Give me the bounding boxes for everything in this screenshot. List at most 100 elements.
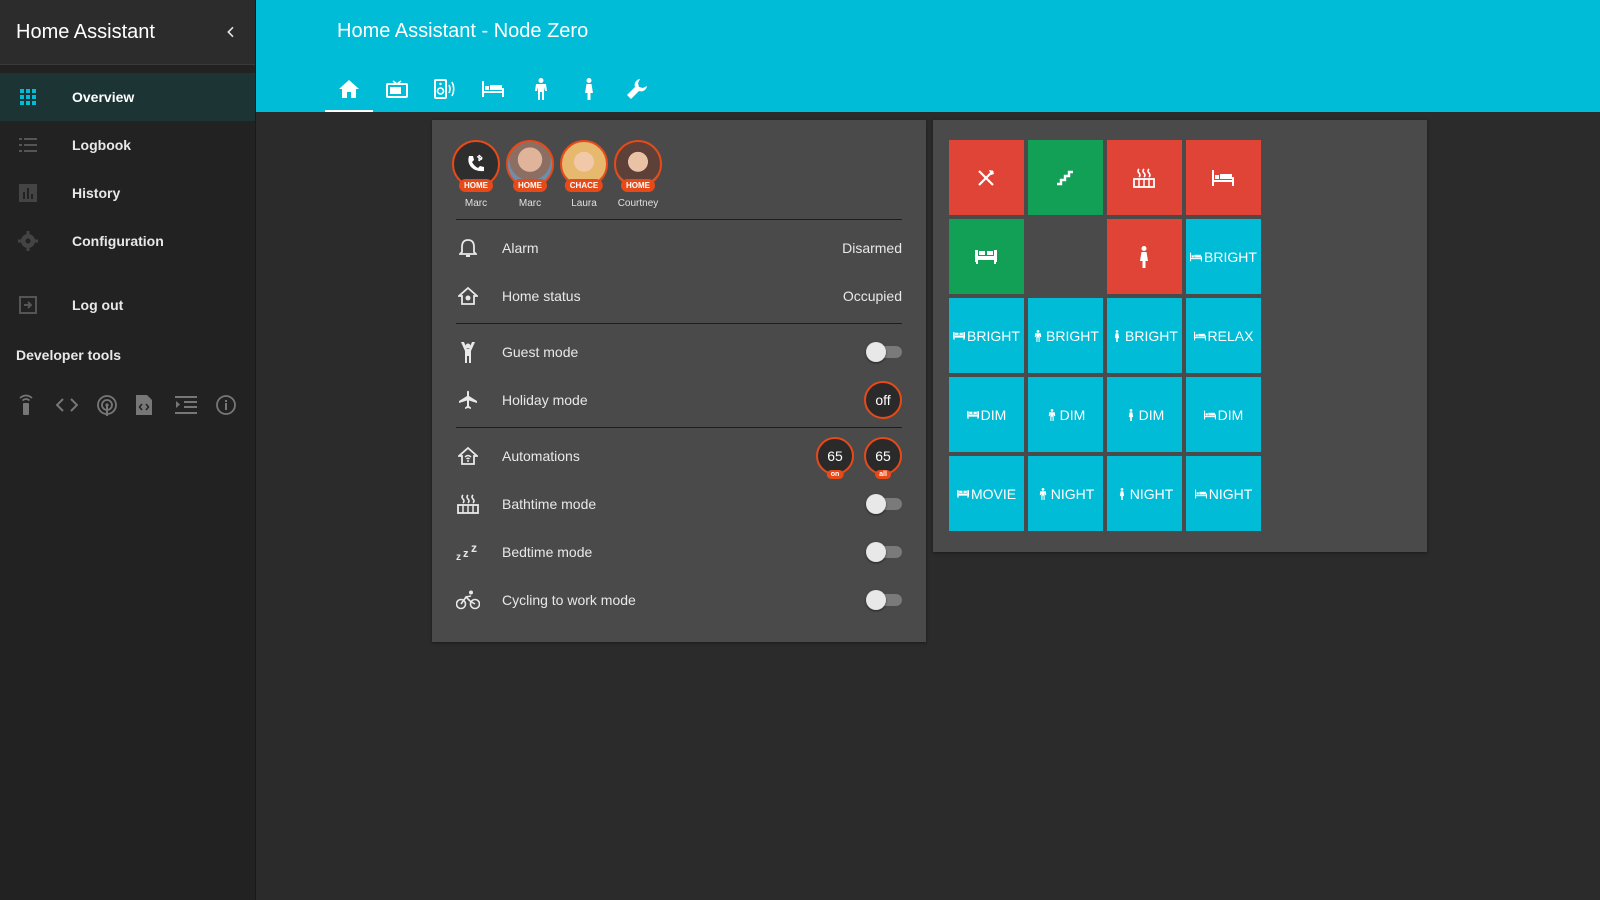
scene-tile[interactable] xyxy=(1107,140,1182,215)
scene-tile-label: NIGHT xyxy=(1050,485,1095,502)
bathtime-mode-toggle[interactable] xyxy=(866,494,902,514)
scene-tile[interactable]: NIGHT xyxy=(1186,456,1261,531)
cycling-mode-row: Cycling to work mode xyxy=(456,576,902,624)
wrench-icon xyxy=(627,79,647,99)
avatar[interactable]: CHACE xyxy=(560,140,608,192)
sidebar-item-label: History xyxy=(72,185,121,201)
scene-tile-label: RELAX xyxy=(1207,327,1254,344)
sidebar-item-overview[interactable]: Overview xyxy=(0,73,255,121)
woman-icon xyxy=(1138,245,1150,268)
bed-icon xyxy=(1194,488,1207,500)
holiday-mode-row: Holiday mode off xyxy=(456,376,902,424)
tv-icon xyxy=(386,80,408,98)
sidebar-item-logbook[interactable]: Logbook xyxy=(0,121,255,169)
view-tabs xyxy=(325,66,661,112)
svg-text:z: z xyxy=(471,543,477,555)
man-icon xyxy=(1032,329,1044,342)
code-icon[interactable] xyxy=(55,385,96,425)
hot-tub-icon xyxy=(456,492,480,516)
avatar[interactable]: HOME xyxy=(506,140,554,192)
scene-tile[interactable]: BRIGHT xyxy=(1107,298,1182,373)
scene-tile[interactable]: NIGHT xyxy=(1028,456,1103,531)
exit-icon xyxy=(18,295,38,315)
bed-icon xyxy=(1203,409,1216,421)
sleep-icon: zzz xyxy=(456,540,480,564)
tab-speaker[interactable] xyxy=(421,66,469,112)
scene-tile[interactable]: RELAX xyxy=(1186,298,1261,373)
remote-icon[interactable] xyxy=(16,385,56,425)
scene-tile[interactable]: DIM xyxy=(1028,377,1103,452)
scene-tile[interactable]: NIGHT xyxy=(1107,456,1182,531)
scene-tile-label: NIGHT xyxy=(1208,485,1253,502)
row-label: Alarm xyxy=(502,240,539,256)
sidebar-title: Home Assistant xyxy=(16,20,155,43)
avatar[interactable]: HOME xyxy=(452,140,500,192)
sofa-icon xyxy=(974,249,997,264)
tab-tv[interactable] xyxy=(373,66,421,112)
scene-tile[interactable] xyxy=(949,219,1024,294)
automations-all-button[interactable]: 65 all xyxy=(864,437,902,479)
man-icon xyxy=(1037,487,1049,500)
phone-bluetooth-icon xyxy=(468,154,484,172)
format-indent-icon[interactable] xyxy=(175,385,215,425)
person-name: Marc xyxy=(464,198,488,209)
tab-woman[interactable] xyxy=(565,66,613,112)
sidebar-item-configuration[interactable]: Configuration xyxy=(0,217,255,265)
holiday-mode-state: off xyxy=(875,392,891,408)
top-app-bar: Home Assistant - Node Zero xyxy=(256,0,1600,112)
row-label: Cycling to work mode xyxy=(502,592,636,608)
home-status-state: Occupied xyxy=(842,288,902,304)
scene-tile-label: DIM xyxy=(1059,406,1086,423)
file-code-icon[interactable] xyxy=(135,385,175,425)
scene-tile[interactable]: BRIGHT xyxy=(1028,298,1103,373)
scene-tile-label: BRIGHT xyxy=(1046,327,1099,344)
automations-row: Automations 65 on 65 all xyxy=(456,432,902,480)
holiday-mode-button[interactable]: off xyxy=(864,381,902,419)
tab-settings[interactable] xyxy=(613,66,661,112)
alarm-row[interactable]: Alarm Disarmed xyxy=(456,224,902,272)
page-title: Home Assistant - Node Zero xyxy=(337,20,589,42)
info-icon[interactable] xyxy=(215,385,255,425)
bed-icon xyxy=(1190,251,1203,263)
scene-tile[interactable] xyxy=(1186,140,1261,215)
airplane-icon xyxy=(456,388,480,412)
sofa-icon xyxy=(966,409,979,421)
row-label: Holiday mode xyxy=(502,392,588,408)
antenna-icon[interactable] xyxy=(96,385,136,425)
tab-man[interactable] xyxy=(517,66,565,112)
home-status-row[interactable]: Home status Occupied xyxy=(456,272,902,320)
avatar[interactable]: HOME xyxy=(614,140,662,192)
person-badges: HOME Marc HOME Marc CHACE Laura HOME Cou… xyxy=(452,140,662,209)
scene-tile[interactable] xyxy=(1107,219,1182,294)
speaker-icon xyxy=(434,79,455,99)
guest-mode-toggle[interactable] xyxy=(866,342,902,362)
scene-tile[interactable]: DIM xyxy=(1186,377,1261,452)
svg-text:z: z xyxy=(463,548,469,560)
scene-tile[interactable]: MOVIE xyxy=(949,456,1024,531)
sidebar-header: Home Assistant xyxy=(0,0,255,65)
scene-tile[interactable]: DIM xyxy=(1107,377,1182,452)
scene-tile[interactable]: DIM xyxy=(949,377,1024,452)
bedtime-mode-toggle[interactable] xyxy=(866,542,902,562)
scene-tile[interactable]: BRIGHT xyxy=(1186,219,1261,294)
sidebar-item-logout[interactable]: Log out xyxy=(0,281,255,329)
location-badge: HOME xyxy=(459,179,493,192)
home-search-icon xyxy=(456,284,480,308)
row-label: Home status xyxy=(502,288,581,304)
sidebar-item-label: Overview xyxy=(72,89,135,105)
alarm-state: Disarmed xyxy=(842,240,902,256)
chart-bar-icon xyxy=(18,183,38,203)
woman-icon xyxy=(1111,329,1123,342)
collapse-sidebar-button[interactable] xyxy=(207,8,255,56)
cycling-mode-toggle[interactable] xyxy=(866,590,902,610)
scene-tile[interactable] xyxy=(949,140,1024,215)
woman-icon xyxy=(1116,487,1128,500)
tab-home[interactable] xyxy=(325,66,373,112)
sidebar-item-label: Log out xyxy=(72,297,124,313)
sidebar-item-history[interactable]: History xyxy=(0,169,255,217)
scene-tile-label: BRIGHT xyxy=(1125,327,1178,344)
scene-tile[interactable]: BRIGHT xyxy=(949,298,1024,373)
scene-tile[interactable] xyxy=(1028,140,1103,215)
tab-bedroom[interactable] xyxy=(469,66,517,112)
automations-on-button[interactable]: 65 on xyxy=(816,437,854,479)
